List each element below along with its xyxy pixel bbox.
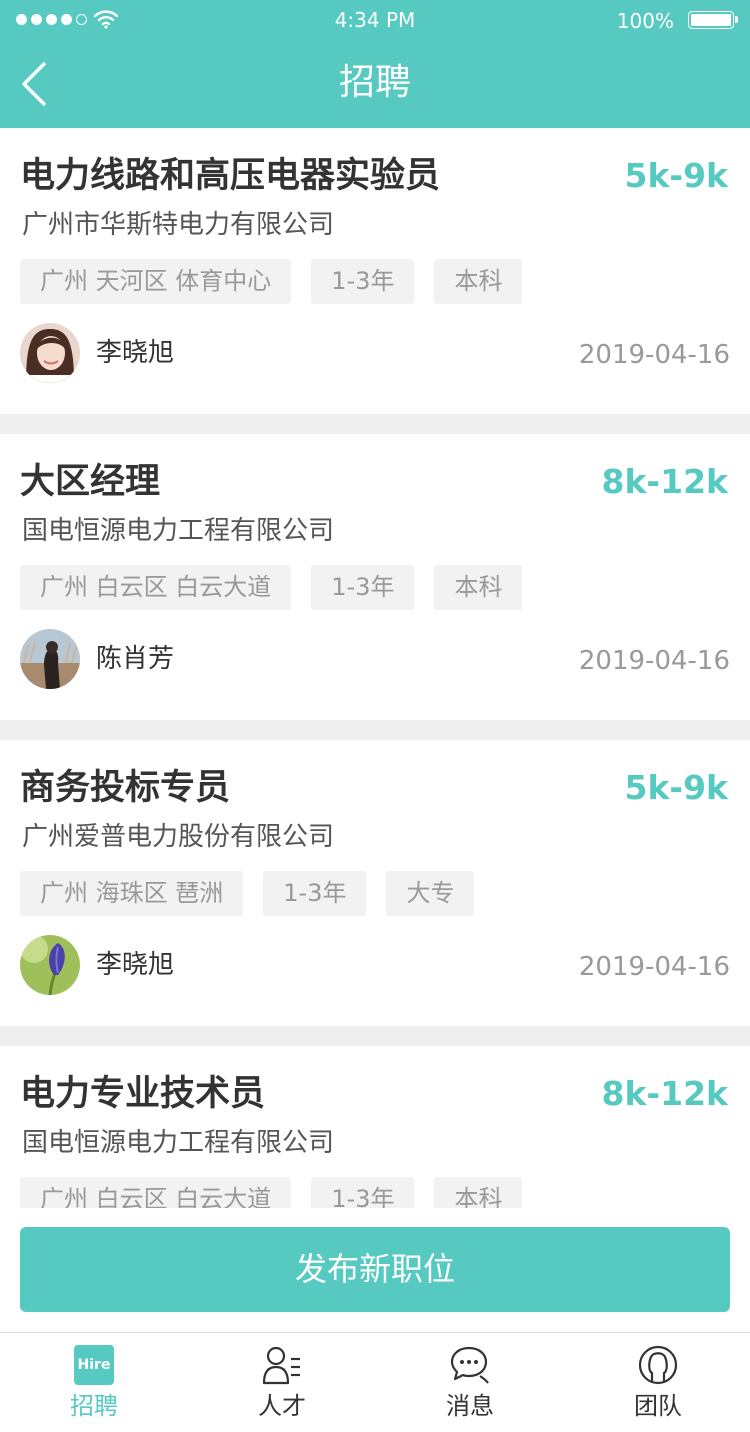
tab-hire[interactable]: Hire 招聘 bbox=[0, 1333, 188, 1432]
job-salary: 8k-12k bbox=[601, 1074, 728, 1113]
education-tag: 本科 bbox=[434, 1177, 523, 1208]
job-card[interactable]: 大区经理 8k-12k 国电恒源电力工程有限公司 广州 白云区 白云大道 1-3… bbox=[0, 434, 750, 720]
experience-tag: 1-3年 bbox=[263, 871, 367, 916]
bottom-tab-bar: Hire 招聘 人才 消息 团队 bbox=[0, 1332, 750, 1431]
job-title: 商务投标专员 bbox=[20, 768, 231, 808]
job-salary: 8k-12k bbox=[601, 462, 728, 501]
recruiter-name: 陈肖芳 bbox=[96, 644, 175, 674]
education-tag: 大专 bbox=[386, 871, 475, 916]
recruiter-name: 李晓旭 bbox=[96, 338, 175, 368]
company-name: 国电恒源电力工程有限公司 bbox=[22, 516, 335, 546]
job-salary: 5k-9k bbox=[624, 156, 728, 195]
tab-label: 招聘 bbox=[70, 1392, 118, 1420]
status-bar: 4:34 PM 100% bbox=[0, 0, 750, 40]
job-tags: 广州 海珠区 琶洲 1-3年 大专 bbox=[20, 871, 475, 916]
tab-label: 消息 bbox=[446, 1392, 494, 1420]
avatar bbox=[20, 629, 80, 689]
hire-icon: Hire bbox=[74, 1345, 114, 1385]
experience-tag: 1-3年 bbox=[311, 565, 415, 610]
battery-percentage: 100% bbox=[616, 9, 674, 33]
company-name: 广州市华斯特电力有限公司 bbox=[22, 210, 335, 240]
tab-team[interactable]: 团队 bbox=[564, 1333, 750, 1432]
battery-icon bbox=[688, 11, 738, 29]
location-tag: 广州 白云区 白云大道 bbox=[20, 565, 292, 610]
tab-label: 团队 bbox=[634, 1392, 682, 1420]
team-icon bbox=[638, 1345, 678, 1385]
recruiter-name: 李晓旭 bbox=[96, 950, 175, 980]
job-card[interactable]: 电力线路和高压电器实验员 5k-9k 广州市华斯特电力有限公司 广州 天河区 体… bbox=[0, 128, 750, 414]
job-title: 电力线路和高压电器实验员 bbox=[20, 156, 441, 196]
post-date: 2019-04-16 bbox=[578, 340, 730, 370]
hire-badge: Hire bbox=[74, 1345, 114, 1385]
talent-icon bbox=[262, 1346, 300, 1385]
post-date: 2019-04-16 bbox=[578, 646, 730, 676]
company-name: 国电恒源电力工程有限公司 bbox=[22, 1128, 335, 1158]
job-tags: 广州 白云区 白云大道 1-3年 本科 bbox=[20, 1177, 523, 1208]
tab-label: 人才 bbox=[258, 1392, 306, 1420]
job-tags: 广州 白云区 白云大道 1-3年 本科 bbox=[20, 565, 523, 610]
avatar bbox=[20, 935, 80, 995]
avatar bbox=[20, 323, 80, 383]
job-title: 电力专业技术员 bbox=[20, 1074, 266, 1114]
education-tag: 本科 bbox=[434, 565, 523, 610]
job-list[interactable]: 电力线路和高压电器实验员 5k-9k 广州市华斯特电力有限公司 广州 天河区 体… bbox=[0, 128, 750, 1208]
job-salary: 5k-9k bbox=[624, 768, 728, 807]
recruiter-row: 李晓旭 2019-04-16 bbox=[20, 323, 730, 385]
experience-tag: 1-3年 bbox=[311, 1177, 415, 1208]
recruiter-row: 李晓旭 2019-04-16 bbox=[20, 935, 730, 997]
job-card[interactable]: 电力专业技术员 8k-12k 国电恒源电力工程有限公司 广州 白云区 白云大道 … bbox=[0, 1046, 750, 1208]
app-header: 4:34 PM 100% 招聘 bbox=[0, 0, 750, 128]
page-title: 招聘 bbox=[338, 62, 411, 103]
post-new-job-button[interactable]: 发布新职位 bbox=[20, 1227, 730, 1312]
job-title: 大区经理 bbox=[20, 462, 161, 502]
location-tag: 广州 海珠区 琶洲 bbox=[20, 871, 244, 916]
tab-messages[interactable]: 消息 bbox=[376, 1333, 564, 1432]
education-tag: 本科 bbox=[434, 259, 523, 304]
experience-tag: 1-3年 bbox=[311, 259, 415, 304]
recruiter-row: 陈肖芳 2019-04-16 bbox=[20, 629, 730, 691]
message-icon bbox=[450, 1346, 489, 1384]
location-tag: 广州 白云区 白云大道 bbox=[20, 1177, 292, 1208]
company-name: 广州爱普电力股份有限公司 bbox=[22, 822, 335, 852]
tab-talent[interactable]: 人才 bbox=[188, 1333, 376, 1432]
job-tags: 广州 天河区 体育中心 1-3年 本科 bbox=[20, 259, 523, 304]
location-tag: 广州 天河区 体育中心 bbox=[20, 259, 292, 304]
job-card[interactable]: 商务投标专员 5k-9k 广州爱普电力股份有限公司 广州 海珠区 琶洲 1-3年… bbox=[0, 740, 750, 1026]
post-date: 2019-04-16 bbox=[578, 952, 730, 982]
